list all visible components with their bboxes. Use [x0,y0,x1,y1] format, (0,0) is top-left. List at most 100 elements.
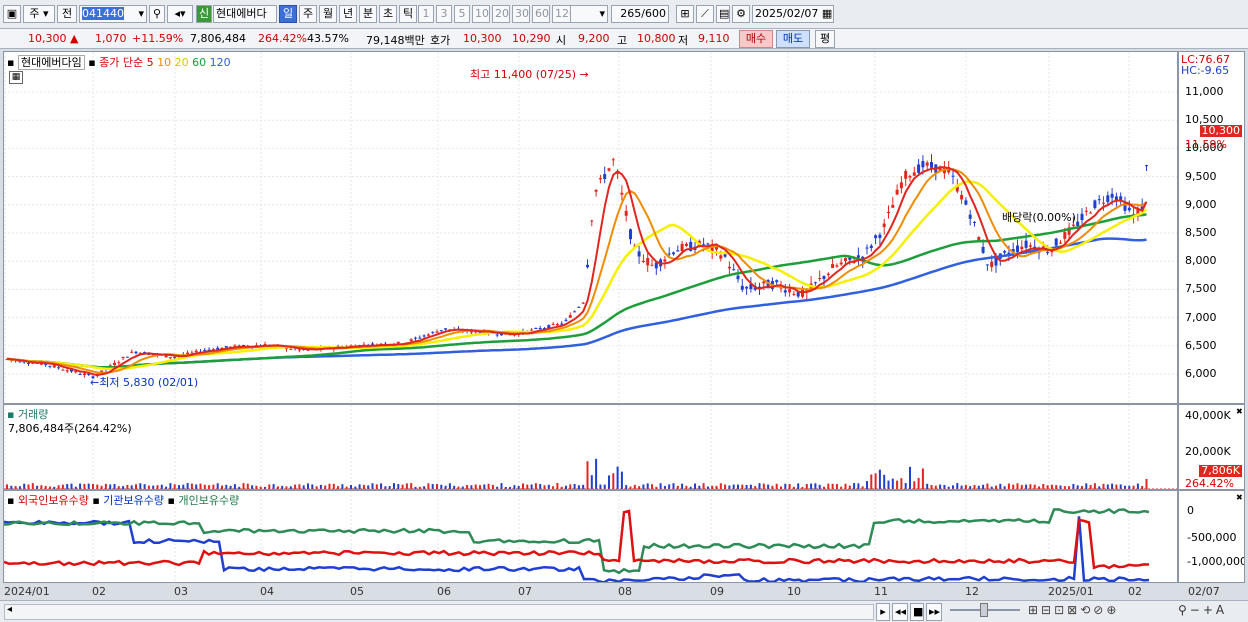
volume-bar [216,483,219,489]
interval-button[interactable]: 60 [532,5,550,23]
prev-button[interactable]: 전 [57,5,77,23]
volume-bar [547,484,550,489]
drawing-icon[interactable]: ⟋ [696,5,714,23]
period-button[interactable]: 초 [379,5,397,23]
volume-bar [358,484,361,489]
volume-bar [57,485,60,489]
type-select[interactable]: 주 ▾ [23,5,55,23]
candle-body [396,341,400,344]
price-chart[interactable] [4,52,1178,404]
volume-bar [754,486,757,489]
volume-pct: 264.42% [258,32,307,45]
eval-button[interactable]: 평 [815,30,835,48]
interval-button[interactable]: 10 [472,5,490,23]
rewind-icon[interactable]: ◂◂ [892,603,908,621]
ma120-label: 120 [209,56,231,69]
new-badge: 신 [196,5,212,23]
candle-body [887,211,890,213]
candle-body [968,214,972,219]
speaker-icon[interactable]: ◂▾ [167,5,193,23]
volume-bar [79,483,82,489]
candle-body [297,349,301,351]
gear-icon[interactable]: ⚙ [732,5,750,23]
volume-bar [788,483,791,489]
chart-tool-icon[interactable]: ⊞ [676,5,694,23]
period-button[interactable]: 분 [359,5,377,23]
stop-icon[interactable]: ■ [910,603,924,621]
interval-button[interactable]: 3 [436,5,452,23]
candle-body [822,276,826,280]
horizontal-scrollbar[interactable]: ◂ [4,604,874,620]
close-icon[interactable]: ✖ [1236,493,1243,502]
sell-button[interactable]: 매도 [776,30,810,48]
fast-forward-icon[interactable]: ▸▸ [926,603,942,621]
holding-panel[interactable]: ▪ 외국인보유수량 ▪ 기관보유수량 ▪ 개인보유수량 [3,490,1178,583]
candle-body [1016,245,1019,252]
candle-body [917,164,921,173]
volume-bar [1050,484,1053,489]
volume-bar [466,484,469,489]
interval-dropdown[interactable]: ▾ [570,5,608,23]
scroll-left-icon[interactable]: ◂ [7,604,12,615]
arrow-right-icon: → [579,68,589,81]
volume-panel[interactable]: ▪ 거래량 7,806,484주(264.42%) [3,404,1178,490]
volume-bar [6,484,8,489]
volume-bar [113,484,116,489]
candle-body [1106,195,1110,203]
window-icon[interactable]: ▣ [3,5,21,23]
period-button[interactable]: 일 [279,5,297,23]
volume-bar [848,485,851,489]
candle-body [435,331,439,333]
count-input[interactable]: 265/600 [611,5,669,23]
volume-bar [943,484,946,489]
individual-label: 개인보유수량 [178,494,240,507]
volume-bar [952,485,954,489]
play-icon[interactable]: ▸ [876,603,890,621]
volume-bar [909,466,911,489]
date-input[interactable]: 2025/02/07 ▦ [752,5,834,23]
chevron-down-icon[interactable]: ▾ [138,6,144,22]
period-button[interactable]: 틱 [399,5,417,23]
candle-body [1054,238,1058,246]
search-icon[interactable]: ⚲ [149,5,165,23]
chevron-down-icon: ▾ [599,7,605,20]
close-icon[interactable]: ✖ [1236,407,1243,416]
buy-button[interactable]: 매수 [739,30,773,48]
price-panel[interactable]: ▪ 현대에버다임 ▪ 종가 단순 5 10 20 60 120 ▦ 최고 11,… [3,51,1178,404]
x-label: 07 [518,585,532,598]
period-button[interactable]: 주 [299,5,317,23]
period-button[interactable]: 년 [339,5,357,23]
volume-bar [513,485,516,489]
candle-body [1127,207,1131,211]
interval-button[interactable]: 1 [418,5,434,23]
candle-body [611,159,615,161]
candle-body [912,172,916,176]
zoom-slider[interactable] [950,603,1020,617]
table-icon[interactable]: ▦ [9,71,23,84]
interval-button[interactable]: 20 [492,5,510,23]
save-icon[interactable]: ▤ [716,5,730,23]
x-label: 05 [350,585,364,598]
candle-body [680,243,684,252]
volume-chart[interactable] [4,405,1178,490]
volume-bar [242,483,245,489]
volume-bar [66,484,69,489]
volume-bar [758,483,761,489]
price-tick: 8,000 [1185,254,1217,268]
stock-code-input[interactable]: 041440 ▾ [79,5,147,23]
period-button[interactable]: 월 [319,5,337,23]
interval-button[interactable]: 30 [512,5,530,23]
volume-bar [1102,483,1105,489]
candle-body [173,357,177,359]
volume-bar [1136,483,1139,489]
interval-button[interactable]: 5 [454,5,470,23]
volume-bar [178,485,180,489]
zoom-icons[interactable]: ⚲−+A [1178,603,1227,617]
calendar-icon[interactable]: ▦ [822,7,832,20]
volume-bar [328,483,331,489]
volume-bar [784,483,787,489]
volume-bar [904,483,907,489]
slider-handle[interactable] [980,603,988,617]
volume-bar [139,483,142,489]
tool-icons[interactable]: ⊞⊟⊡⊠⟲⊘⊕ [1028,603,1119,617]
